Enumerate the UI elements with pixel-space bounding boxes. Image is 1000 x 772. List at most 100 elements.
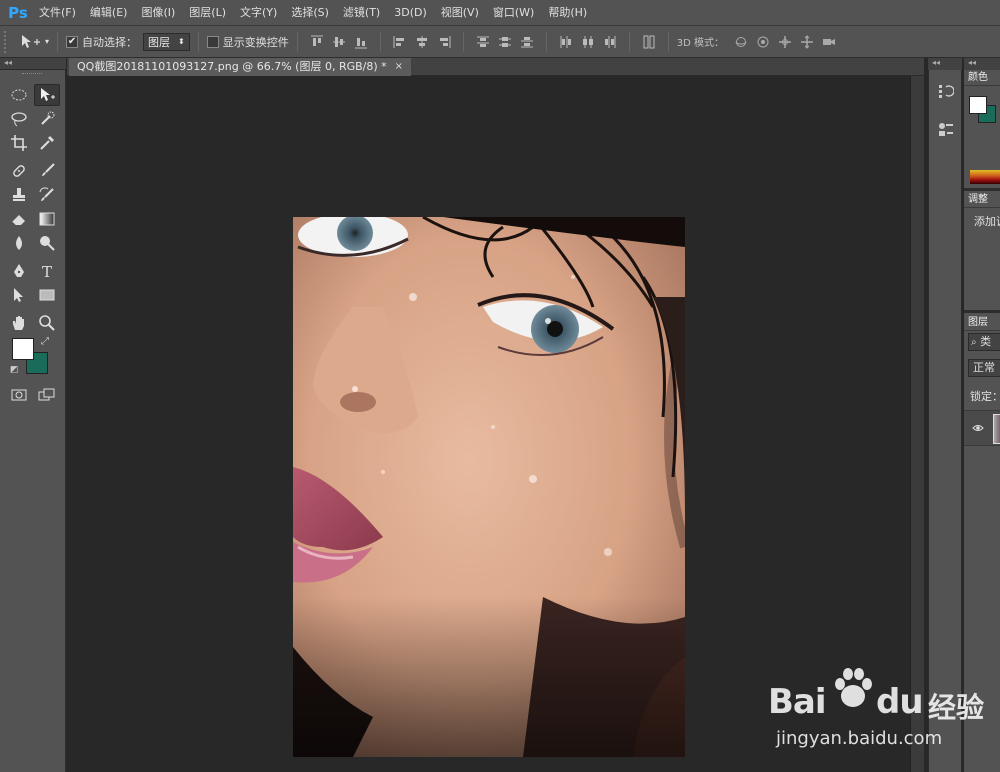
align-top-icon[interactable] [309,34,325,50]
gradient-tool-icon[interactable] [34,208,60,230]
close-icon[interactable]: × [395,58,403,76]
tool-preset-picker[interactable]: ▾ [20,34,49,50]
3d-pan-icon[interactable] [777,34,793,50]
spot-healing-brush-icon[interactable] [6,160,32,182]
divider [545,31,547,52]
tab-adjustments[interactable]: 调整 [964,192,1000,208]
collapse-arrows-icon[interactable]: ◂◂ [968,58,976,67]
move-tool-icon[interactable] [34,84,60,106]
history-brush-tool-icon[interactable] [34,184,60,206]
face-photo [293,217,685,757]
menu-type[interactable]: 文字(Y) [233,0,284,26]
divider [667,31,669,52]
brush-tool-icon[interactable] [34,160,60,182]
eye-icon[interactable] [972,423,984,436]
distribute-right-icon[interactable] [602,34,618,50]
tab-layers[interactable]: 图层 [964,315,1000,331]
distribute-hcenter-icon[interactable] [580,34,596,50]
pen-tool-icon[interactable] [6,260,32,282]
divider [57,31,59,52]
canvas-image [293,217,685,757]
blur-tool-icon[interactable] [6,232,32,254]
svg-text:T: T [42,263,52,280]
history-panel-icon[interactable] [934,80,958,102]
move-tool-icon [22,34,40,48]
3d-rotate-icon[interactable] [733,34,749,50]
align-vcenter-icon[interactable] [331,34,347,50]
chevron-down-icon: ▾ [45,37,50,46]
menu-window[interactable]: 窗口(W) [486,0,541,26]
rectangle-tool-icon[interactable] [34,284,60,306]
show-transform-label: 显示变换控件 [222,35,289,49]
updown-arrow-icon: ⬍ [178,37,185,46]
color-spectrum[interactable] [970,170,1000,184]
document-tab[interactable]: QQ截图20181101093127.png @ 66.7% (图层 0, RG… [69,58,412,76]
clone-stamp-tool-icon[interactable] [6,184,32,206]
menu-help[interactable]: 帮助(H) [541,0,594,26]
distribute-left-icon[interactable] [558,34,574,50]
menu-image[interactable]: 图像(I) [134,0,182,26]
show-transform-checkbox[interactable] [206,35,219,48]
blend-mode-value: 正常 [973,361,995,374]
menu-filter[interactable]: 滤镜(T) [336,0,387,26]
watermark-url: jingyan.baidu.com [776,728,943,749]
distribute-top-icon[interactable] [475,34,491,50]
layers-filter-dropdown[interactable]: ⌕ 类 [968,333,1000,351]
foreground-color-swatch[interactable] [12,338,34,360]
menu-layer[interactable]: 图层(L) [182,0,233,26]
align-right-icon[interactable] [436,34,452,50]
icon-strip-header[interactable]: ◂◂ [928,58,962,70]
dodge-tool-icon[interactable] [34,232,60,254]
default-colors-icon[interactable]: ◩ [10,365,19,375]
align-left-icon[interactable] [392,34,408,50]
menu-file[interactable]: 文件(F) [32,0,83,26]
lasso-tool-icon[interactable] [6,108,32,130]
3d-roll-icon[interactable] [755,34,771,50]
3d-slide-icon[interactable] [799,34,815,50]
menu-3d[interactable]: 3D(D) [387,0,434,26]
menu-select[interactable]: 选择(S) [284,0,336,26]
swap-colors-icon[interactable]: ⤢ [41,336,49,347]
toolbar-header[interactable]: ◂◂ [0,58,66,70]
type-tool-icon[interactable]: T [34,260,60,282]
adjustments-hint: 添加调 [974,215,1000,228]
document-tab-bar: QQ截图20181101093127.png @ 66.7% (图层 0, RG… [67,58,924,76]
panel-foreground-swatch[interactable] [969,96,987,114]
distribute-bottom-icon[interactable] [519,34,535,50]
align-bottom-icon[interactable] [353,34,369,50]
auto-select-checkbox[interactable]: ✔ [66,35,79,48]
align-hcenter-icon[interactable] [414,34,430,50]
divider [379,31,381,52]
eyedropper-tool-icon[interactable] [34,132,60,154]
layer-row[interactable] [964,410,1000,446]
tools-grip[interactable] [22,73,42,76]
distribute-vcenter-icon[interactable] [497,34,513,50]
lock-label: 锁定： [970,390,1000,403]
options-grip[interactable] [4,30,12,53]
quick-selection-tool-icon[interactable] [34,108,60,130]
3d-camera-icon[interactable] [821,34,837,50]
tab-color[interactable]: 颜色 [964,70,1000,86]
blend-mode-dropdown[interactable]: 正常 [968,359,1000,377]
watermark-brand-end: du [876,682,924,722]
elliptical-marquee-tool-icon[interactable] [6,84,32,106]
menu-view[interactable]: 视图(V) [434,0,486,26]
hand-tool-icon[interactable] [6,312,32,334]
menu-edit[interactable]: 编辑(E) [83,0,135,26]
quick-mask-icon[interactable] [6,384,32,406]
watermark-brand: Bai [768,682,827,722]
properties-panel-icon[interactable] [934,118,958,140]
eraser-tool-icon[interactable] [6,208,32,230]
screen-mode-icon[interactable] [34,384,60,406]
right-panels-header[interactable]: ◂◂ [964,58,1000,70]
auto-select-dropdown[interactable]: 图层 ⬍ [143,32,190,51]
divider [628,31,630,52]
collapse-arrows-icon[interactable]: ◂◂ [932,58,940,67]
collapse-arrows-icon[interactable]: ◂◂ [4,58,12,67]
crop-tool-icon[interactable] [6,132,32,154]
path-selection-tool-icon[interactable] [6,284,32,306]
mode-3d-label: 3D 模式： [676,38,724,49]
auto-align-icon[interactable] [641,34,657,50]
zoom-tool-icon[interactable] [34,312,60,334]
layers-filter-value: 类 [980,335,992,348]
